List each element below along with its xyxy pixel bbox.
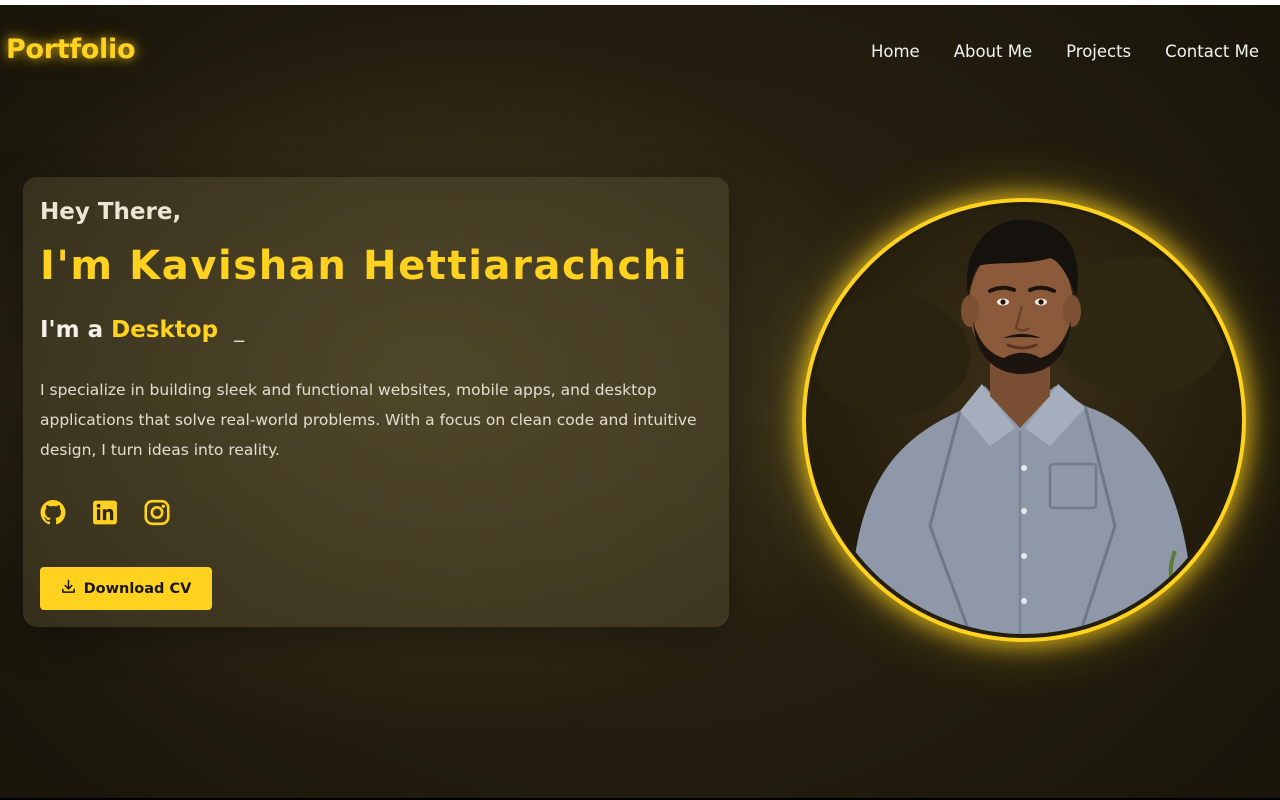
profile-photo [810,206,1238,634]
hero-role: I'm a Desktop _ [40,317,244,343]
hero-card: Hey There, I'm Kavishan Hettiarachchi I'… [23,177,729,627]
nav-contact-me[interactable]: Contact Me [1165,42,1259,61]
profile-photo-frame [806,202,1242,638]
instagram-icon[interactable] [144,498,170,526]
social-links [40,498,170,526]
hero-description: I specialize in building sleek and funct… [40,381,697,459]
linkedin-icon[interactable] [92,498,118,526]
main-nav: Home About Me Projects Contact Me [871,42,1259,61]
portfolio-page: Portfolio Home About Me Projects Contact… [0,0,1280,800]
role-prefix: I'm a [40,317,104,343]
hero-name: I'm Kavishan Hettiarachchi [40,243,689,289]
download-icon [61,579,76,598]
site-logo[interactable]: Portfolio [6,34,136,65]
role-typed-word: Desktop [111,317,219,343]
top-border [0,0,1280,5]
typing-cursor: _ [234,318,245,342]
download-cv-label: Download CV [83,580,192,597]
download-cv-button[interactable]: Download CV [40,567,212,610]
nav-about-me[interactable]: About Me [954,42,1032,61]
github-icon[interactable] [40,498,66,526]
nav-home[interactable]: Home [871,42,920,61]
nav-projects[interactable]: Projects [1066,42,1131,61]
hero-greeting: Hey There, [40,199,182,225]
